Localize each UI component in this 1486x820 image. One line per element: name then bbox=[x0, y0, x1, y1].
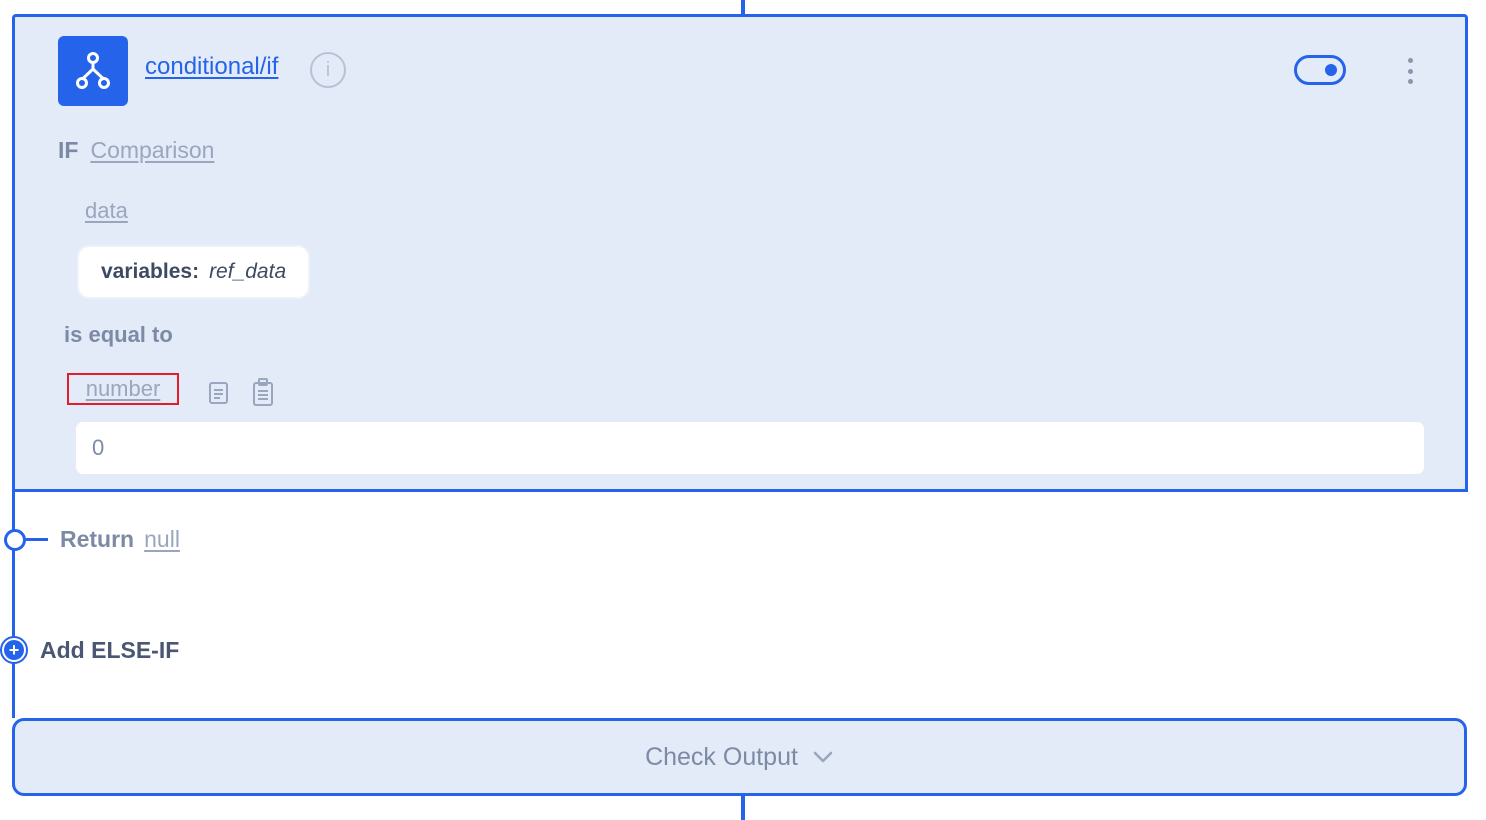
if-keyword: IF bbox=[58, 137, 79, 163]
right-operand-type-label[interactable]: number bbox=[86, 376, 161, 402]
return-statement: Return null bbox=[60, 526, 180, 553]
if-condition-row: IF Comparison bbox=[58, 137, 214, 164]
node-title-link[interactable]: conditional/if bbox=[145, 53, 278, 81]
operator-label[interactable]: is equal to bbox=[64, 322, 173, 348]
left-operand-label[interactable]: data bbox=[85, 198, 128, 224]
variable-value: ref_data bbox=[209, 260, 287, 283]
connector-line-left bbox=[12, 490, 15, 718]
check-output-button[interactable]: Check Output bbox=[12, 718, 1467, 796]
conditional-node-card: conditional/if i IF Comparison data vari… bbox=[12, 14, 1468, 492]
info-icon[interactable]: i bbox=[310, 52, 346, 88]
plus-glyph: + bbox=[4, 640, 24, 660]
connector-line-bottom bbox=[741, 796, 745, 820]
more-options-icon[interactable] bbox=[1402, 55, 1418, 87]
enable-toggle[interactable] bbox=[1294, 55, 1346, 85]
add-else-if-button[interactable]: + Add ELSE-IF bbox=[0, 636, 179, 664]
copy-icon[interactable] bbox=[207, 380, 231, 406]
return-value-link[interactable]: null bbox=[144, 526, 180, 553]
variable-key: variables: bbox=[101, 260, 200, 283]
add-else-if-label: Add ELSE-IF bbox=[40, 636, 180, 663]
return-connector-stub bbox=[26, 538, 48, 541]
return-keyword: Return bbox=[60, 526, 135, 552]
paste-icon[interactable] bbox=[251, 377, 275, 407]
toggle-knob bbox=[1325, 64, 1337, 76]
chevron-down-icon bbox=[813, 751, 833, 763]
workflow-canvas: conditional/if i IF Comparison data vari… bbox=[0, 0, 1486, 820]
add-icon: + bbox=[0, 636, 28, 664]
variable-pill[interactable]: variables: ref_data bbox=[77, 245, 311, 299]
return-row: Return null bbox=[0, 526, 180, 553]
branch-icon bbox=[58, 36, 128, 106]
return-connector-dot bbox=[4, 528, 26, 551]
check-output-label: Check Output bbox=[645, 742, 798, 771]
right-operand-type-highlight[interactable]: number bbox=[67, 373, 179, 405]
comparison-value-input[interactable] bbox=[75, 421, 1425, 475]
comparison-type-link[interactable]: Comparison bbox=[90, 137, 214, 164]
